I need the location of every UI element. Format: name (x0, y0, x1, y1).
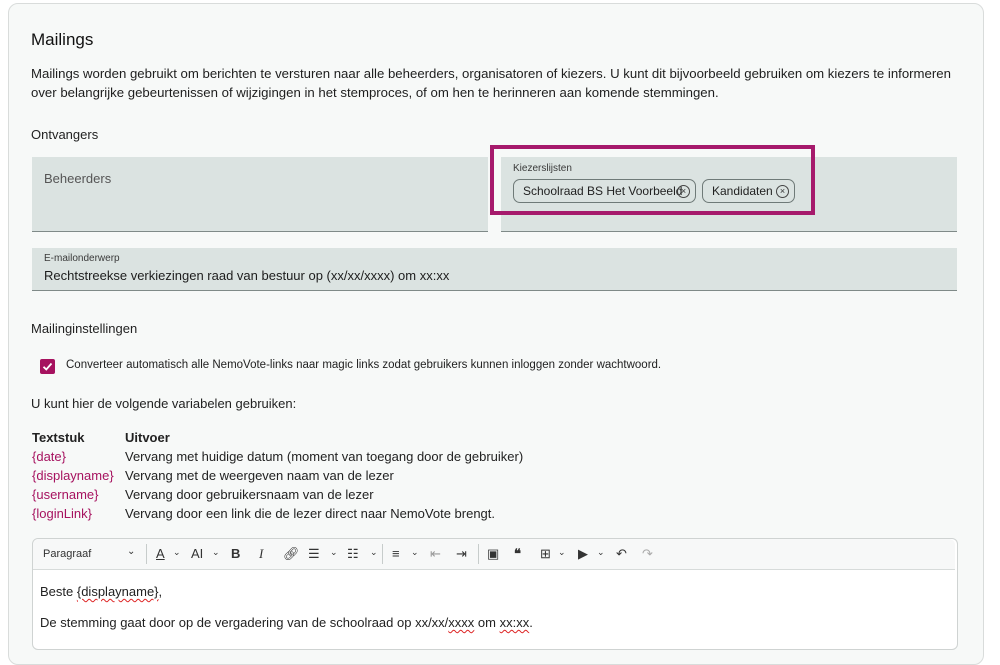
text-segment: om (474, 615, 500, 630)
blockquote-icon[interactable]: ❝ (514, 546, 521, 562)
chevron-down-icon[interactable]: ⌄ (558, 547, 566, 558)
subject-label: E-mailonderwerp (44, 253, 120, 264)
magic-links-label: Converteer automatisch alle NemoVote-lin… (66, 359, 662, 371)
outdent-icon[interactable]: ⇤ (430, 546, 441, 562)
chevron-down-icon[interactable]: ⌄ (127, 546, 135, 557)
var-desc: Vervang met huidige datum (moment van to… (125, 449, 524, 464)
magic-links-checkbox[interactable] (40, 359, 55, 374)
var-date: {date} (32, 449, 66, 464)
text-segment: De stemming gaat door op de vergadering … (40, 615, 449, 630)
check-icon (42, 362, 53, 371)
highlight-box (490, 145, 815, 215)
paragraph-select[interactable]: Paragraaf (43, 548, 91, 560)
media-icon[interactable]: ▶ (578, 546, 588, 562)
text-segment: xx:xx (499, 615, 530, 630)
var-displayname: {displayname} (32, 468, 114, 483)
section-description: Mailings worden gebruikt om berichten te… (31, 66, 951, 100)
font-color-icon[interactable]: A (156, 546, 165, 561)
col-header-text: Textstuk (32, 430, 85, 445)
var-username: {username} (32, 487, 99, 502)
col-header-output: Uitvoer (125, 430, 170, 445)
chevron-down-icon[interactable]: ⌄ (173, 547, 181, 558)
settings-heading: Mailinginstellingen (31, 321, 138, 336)
text-segment: Beste (40, 584, 77, 599)
var-desc: Vervang met de weergeven naam van de lez… (125, 468, 394, 483)
bold-icon[interactable]: B (231, 546, 240, 561)
var-desc: Vervang door gebruikersnaam van de lezer (125, 487, 374, 502)
font-size-icon[interactable]: AI (191, 546, 203, 561)
admins-placeholder: Beheerders (44, 171, 112, 186)
undo-icon[interactable]: ↶ (616, 546, 627, 562)
chevron-down-icon[interactable]: ⌄ (330, 547, 338, 558)
bullet-list-icon[interactable]: ☰ (308, 546, 320, 562)
var-desc: Vervang door een link die de lezer direc… (125, 506, 496, 521)
link-icon[interactable]: 🔗︎ (283, 546, 300, 562)
indent-icon[interactable]: ⇥ (456, 546, 467, 562)
editor-line-2[interactable]: De stemming gaat door op de vergadering … (40, 615, 533, 630)
editor-line-1[interactable]: Beste {displayname}, (40, 584, 162, 599)
page-title: Mailings (31, 30, 94, 49)
numbered-list-icon[interactable]: ☷ (347, 546, 359, 562)
align-icon[interactable]: ≡ (392, 546, 400, 561)
chevron-down-icon[interactable]: ⌄ (370, 547, 378, 558)
text-segment: . (529, 615, 533, 630)
italic-icon[interactable]: I (259, 546, 263, 562)
admins-select[interactable] (32, 157, 488, 232)
var-loginlink: {loginLink} (32, 506, 92, 521)
text-segment: , (158, 584, 163, 599)
text-segment: {displayname} (76, 584, 159, 599)
table-icon[interactable]: ⊞ (540, 546, 551, 562)
subject-value[interactable]: Rechtstreekse verkiezingen raad van best… (44, 268, 449, 283)
chevron-down-icon[interactable]: ⌄ (212, 547, 220, 558)
redo-icon[interactable]: ↷ (642, 546, 653, 562)
variables-intro: U kunt hier de volgende variabelen gebru… (31, 396, 297, 411)
chevron-down-icon[interactable]: ⌄ (411, 547, 419, 558)
recipients-heading: Ontvangers (31, 127, 99, 142)
chevron-down-icon[interactable]: ⌄ (597, 547, 605, 558)
text-segment: xxxx (448, 615, 475, 630)
image-icon[interactable]: ▣ (487, 546, 499, 562)
